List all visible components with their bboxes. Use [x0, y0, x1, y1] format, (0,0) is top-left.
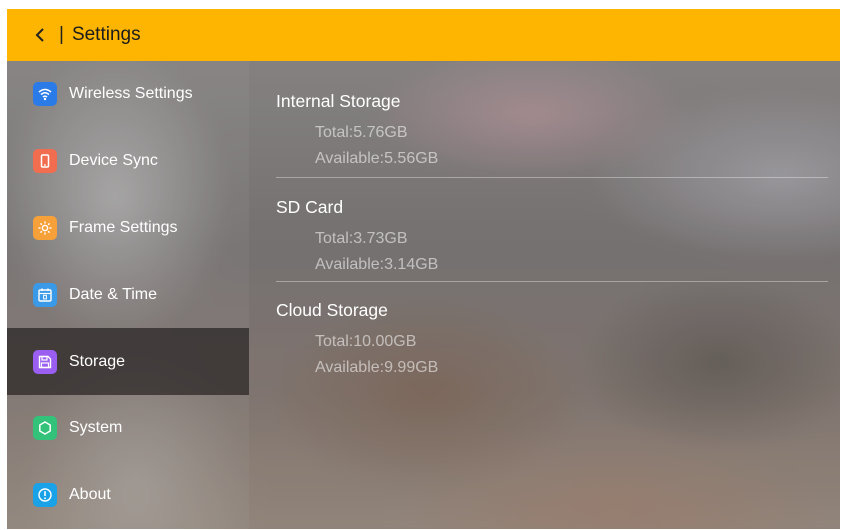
- sidebar-item-device-sync[interactable]: Device Sync: [7, 128, 249, 195]
- total-value: Total:10.00GB: [315, 333, 417, 350]
- available-value: Available:9.99GB: [315, 359, 439, 376]
- section-title: SD Card: [276, 197, 344, 217]
- brightness-icon: [33, 215, 57, 240]
- header-bar: | Settings: [7, 9, 840, 61]
- storage-panel: Internal Storage Total:5.76GB Available:…: [249, 61, 840, 529]
- hexagon-icon: [33, 416, 57, 441]
- sidebar-item-wireless-settings[interactable]: Wireless Settings: [7, 61, 249, 128]
- sidebar-item-label: Wireless Settings: [69, 85, 193, 103]
- available-value: Available:3.14GB: [315, 256, 439, 273]
- sidebar-item-label: Device Sync: [69, 152, 158, 170]
- sidebar-item-storage[interactable]: Storage: [7, 328, 249, 395]
- sidebar-item-date-time[interactable]: Date & Time: [7, 261, 249, 328]
- settings-window: | Settings Wireless Settings Device Sync…: [7, 9, 840, 529]
- header-separator: |: [59, 24, 64, 45]
- info-icon: [33, 483, 57, 508]
- sidebar: Wireless Settings Device Sync Frame Sett…: [7, 61, 249, 529]
- internal-storage-section: Internal Storage Total:5.76GB Available:…: [276, 89, 828, 171]
- sd-card-section: SD Card Total:3.73GB Available:3.14GB: [276, 195, 828, 277]
- sidebar-item-label: Storage: [69, 352, 126, 370]
- sidebar-item-about[interactable]: About: [7, 462, 249, 529]
- divider: [276, 177, 828, 178]
- section-title: Internal Storage: [276, 91, 401, 111]
- section-title: Cloud Storage: [276, 300, 388, 320]
- sidebar-item-label: About: [69, 486, 111, 504]
- back-icon[interactable]: [29, 24, 51, 46]
- sidebar-item-frame-settings[interactable]: Frame Settings: [7, 195, 249, 262]
- total-value: Total:5.76GB: [315, 124, 408, 141]
- cloud-storage-section: Cloud Storage Total:10.00GB Available:9.…: [276, 298, 828, 380]
- available-value: Available:5.56GB: [315, 150, 439, 167]
- sidebar-item-label: Frame Settings: [69, 218, 178, 236]
- page-title: Settings: [71, 24, 141, 45]
- sidebar-item-label: Date & Time: [69, 285, 158, 303]
- total-value: Total:3.73GB: [315, 230, 408, 247]
- wifi-icon: [33, 82, 57, 107]
- phone-icon: [33, 149, 57, 174]
- sidebar-item-label: System: [69, 419, 123, 437]
- save-icon: [33, 349, 57, 374]
- sidebar-item-system[interactable]: System: [7, 395, 249, 462]
- calendar-icon: [33, 282, 57, 307]
- divider: [276, 281, 828, 282]
